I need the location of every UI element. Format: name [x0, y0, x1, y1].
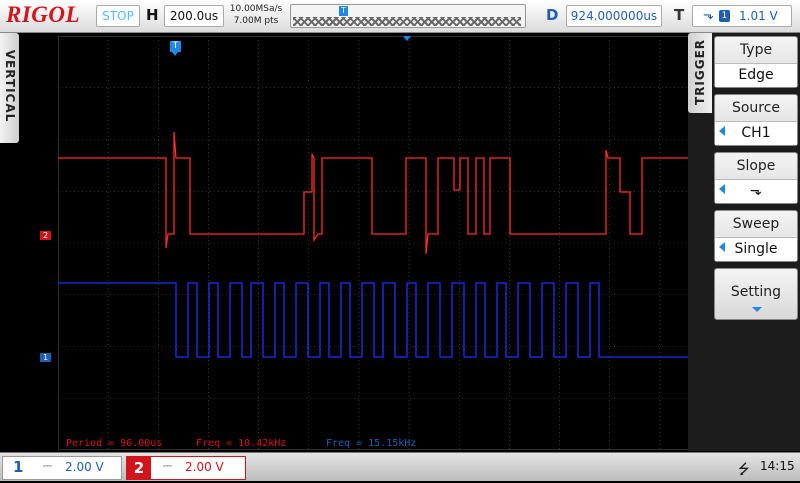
- dc-coupling-icon: ⎓: [43, 459, 52, 472]
- delay-value[interactable]: 924.000000us: [566, 5, 662, 27]
- acquisition-info: 10.00MSa/s 7.00M pts: [228, 3, 284, 27]
- memory-depth: 7.00M pts: [233, 16, 279, 26]
- memory-overview-waveform: [293, 17, 521, 26]
- falling-edge-icon: ⬎: [715, 179, 797, 203]
- menu-sweep-button[interactable]: Sweep Single: [714, 210, 798, 262]
- ch1-waveform: [58, 282, 710, 358]
- menu-setting-button[interactable]: Setting: [714, 268, 798, 320]
- ch1-scale: 2.00 V: [65, 460, 104, 474]
- clock: 14:15: [760, 459, 795, 473]
- vertical-tab-label: VERTICAL: [3, 49, 17, 123]
- menu-slope-caret-icon: [719, 184, 725, 194]
- ch1-settings[interactable]: 1 ⎓ 2.00 V: [2, 456, 122, 480]
- vertical-tab[interactable]: VERTICAL: [0, 33, 19, 143]
- brand-logo: RIGOL: [6, 2, 81, 27]
- menu-type-button[interactable]: Type Edge: [714, 36, 798, 88]
- ch1-ground-marker[interactable]: 1: [40, 353, 51, 362]
- trigger-status[interactable]: ⬎ 1 1.01 V: [692, 5, 792, 27]
- falling-edge-icon: ⬎: [703, 8, 714, 23]
- run-state-indicator[interactable]: STOP: [96, 5, 140, 27]
- trigger-source-chip: 1: [719, 10, 730, 22]
- trigger-label: T: [674, 6, 685, 24]
- memory-overview-bar: T: [290, 4, 526, 28]
- menu-slope-button[interactable]: Slope ⬎: [714, 152, 798, 204]
- measure-freq-ch1: Freq = 15.15kHz: [326, 438, 417, 449]
- trigger-tab-label: TRIGGER: [693, 38, 707, 106]
- trigger-level: 1.01 V: [739, 9, 778, 23]
- trigger-position-marker: [403, 36, 411, 41]
- menu-sweep-caret-icon: [719, 242, 725, 252]
- horizontal-label: H: [146, 6, 159, 24]
- measure-period: Period = 96.00us: [66, 438, 163, 449]
- menu-source-caret-icon: [719, 126, 725, 136]
- graticule: [58, 36, 710, 450]
- trigger-time-marker: T: [170, 41, 181, 56]
- menu-sweep-value: Single: [715, 237, 797, 261]
- menu-source-value: CH1: [715, 121, 797, 145]
- trigger-tab[interactable]: TRIGGER: [688, 33, 712, 113]
- ch1-number: 1: [13, 458, 24, 476]
- sample-rate: 10.00MSa/s: [229, 4, 283, 14]
- bottom-status-bar: 1 ⎓ 2.00 V 2 ⎓ 2.00 V ⭍ 14:15: [0, 452, 800, 481]
- usb-icon: ⭍: [738, 462, 750, 478]
- ch2-settings[interactable]: 2 ⎓ 2.00 V: [126, 456, 246, 480]
- menu-type-value: Edge: [715, 63, 797, 87]
- memory-trigger-marker: T: [339, 6, 348, 16]
- ch2-number: 2: [127, 457, 151, 479]
- ch2-scale: 2.00 V: [185, 460, 224, 474]
- menu-slope-title: Slope: [736, 158, 776, 174]
- menu-source-title: Source: [731, 100, 781, 116]
- time-base-value[interactable]: 200.0us: [164, 5, 224, 27]
- chevron-down-icon: [752, 307, 762, 312]
- dc-coupling-icon: ⎓: [163, 459, 172, 472]
- waveform-display: [58, 36, 710, 450]
- menu-type-title: Type: [739, 42, 773, 58]
- measure-freq-ch2: Freq = 10.42kHz: [196, 438, 287, 449]
- menu-source-button[interactable]: Source CH1: [714, 94, 798, 146]
- delay-label: D: [546, 6, 559, 24]
- menu-sweep-title: Sweep: [732, 216, 780, 232]
- menu-setting-title: Setting: [730, 284, 782, 300]
- ch2-waveform: [58, 131, 710, 255]
- top-status-bar: RIGOL STOP H 200.0us 10.00MSa/s 7.00M pt…: [0, 0, 800, 33]
- ch2-ground-marker[interactable]: 2: [40, 231, 51, 240]
